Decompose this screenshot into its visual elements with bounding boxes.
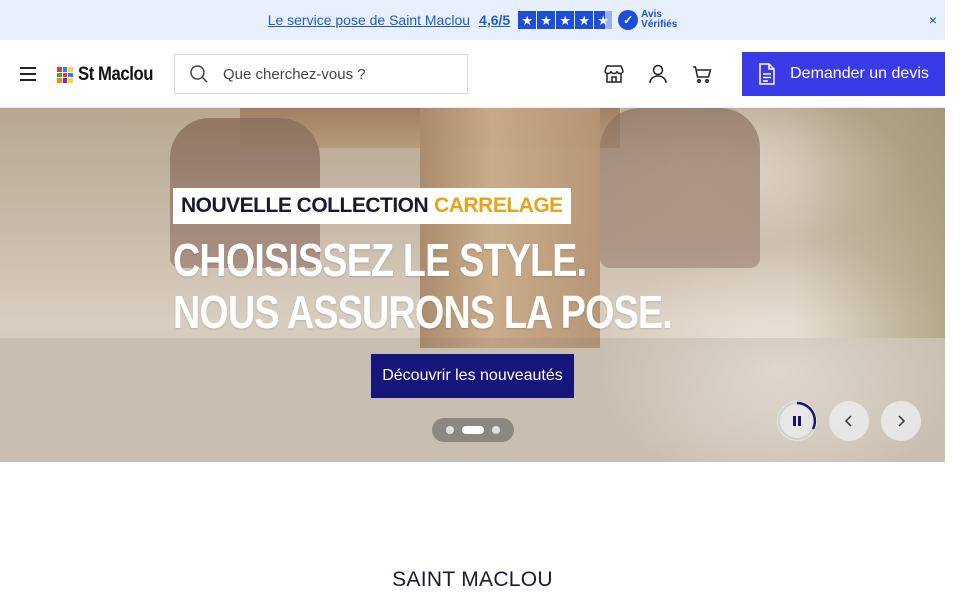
store-icon[interactable] (602, 62, 626, 86)
pause-icon (778, 401, 817, 440)
document-icon (759, 63, 775, 85)
star-icon: ★ (556, 11, 575, 29)
hero-background (795, 108, 945, 338)
request-quote-button[interactable]: Demander un devis (742, 52, 945, 96)
promo-rating[interactable]: 4,6/5 (479, 12, 510, 28)
half-star-icon: ★ (594, 11, 613, 29)
site-logo[interactable]: St Maclou (57, 64, 163, 86)
hero-tagline: NOUVELLE COLLECTION CARRELAGE (173, 188, 571, 224)
chevron-left-icon (844, 415, 852, 427)
search-bar[interactable] (174, 54, 468, 94)
avis-verifies-logo: ✓ Avis Vérifiés (618, 10, 677, 30)
avis-label-2: Vérifiés (641, 19, 678, 30)
carousel-dot-active[interactable] (462, 426, 484, 434)
logo-mark (57, 67, 73, 83)
pause-button[interactable] (777, 401, 817, 441)
carousel-dots (432, 418, 514, 442)
next-slide-button[interactable] (881, 401, 921, 441)
hero-headline-line-1: CHOISISSEZ LE STYLE. (173, 234, 587, 286)
carousel-dot[interactable] (446, 426, 454, 434)
promo-link[interactable]: Le service pose de Saint Maclou (268, 12, 470, 28)
search-icon[interactable] (189, 64, 209, 84)
cart-icon[interactable] (690, 62, 714, 86)
hero-carousel: NOUVELLE COLLECTION CARRELAGE CHOISISSEZ… (0, 108, 945, 462)
carousel-dot[interactable] (492, 426, 500, 434)
star-icon: ★ (537, 11, 556, 29)
page-scrollbar[interactable] (945, 0, 960, 600)
section-title: SAINT MACLOU (392, 568, 553, 591)
logo-text: St Maclou (78, 64, 154, 85)
star-icon: ★ (518, 11, 537, 29)
close-icon[interactable]: × (929, 12, 937, 28)
promo-bar: Le service pose de Saint Maclou 4,6/5 ★ … (0, 0, 945, 40)
search-input[interactable] (223, 65, 443, 83)
hero-tagline-main: NOUVELLE COLLECTION (181, 194, 429, 217)
discover-new-button[interactable]: Découvrir les nouveautés (371, 354, 574, 398)
hero-tagline-highlight: CARRELAGE (434, 194, 563, 217)
chevron-right-icon (898, 415, 906, 427)
menu-icon[interactable] (20, 67, 36, 81)
previous-slide-button[interactable] (829, 401, 869, 441)
rating-stars: ★ ★ ★ ★ ★ (518, 11, 613, 29)
account-icon[interactable] (646, 62, 670, 86)
hero-headline: CHOISISSEZ LE STYLE. NOUS ASSURONS LA PO… (173, 234, 781, 338)
site-header: St Maclou Demander un devis (0, 40, 945, 108)
hero-headline-line-2: NOUS ASSURONS LA POSE. (173, 286, 673, 338)
request-quote-label: Demander un devis (790, 65, 929, 82)
avis-verifies-icon: ✓ (618, 10, 639, 30)
star-icon: ★ (575, 11, 594, 29)
